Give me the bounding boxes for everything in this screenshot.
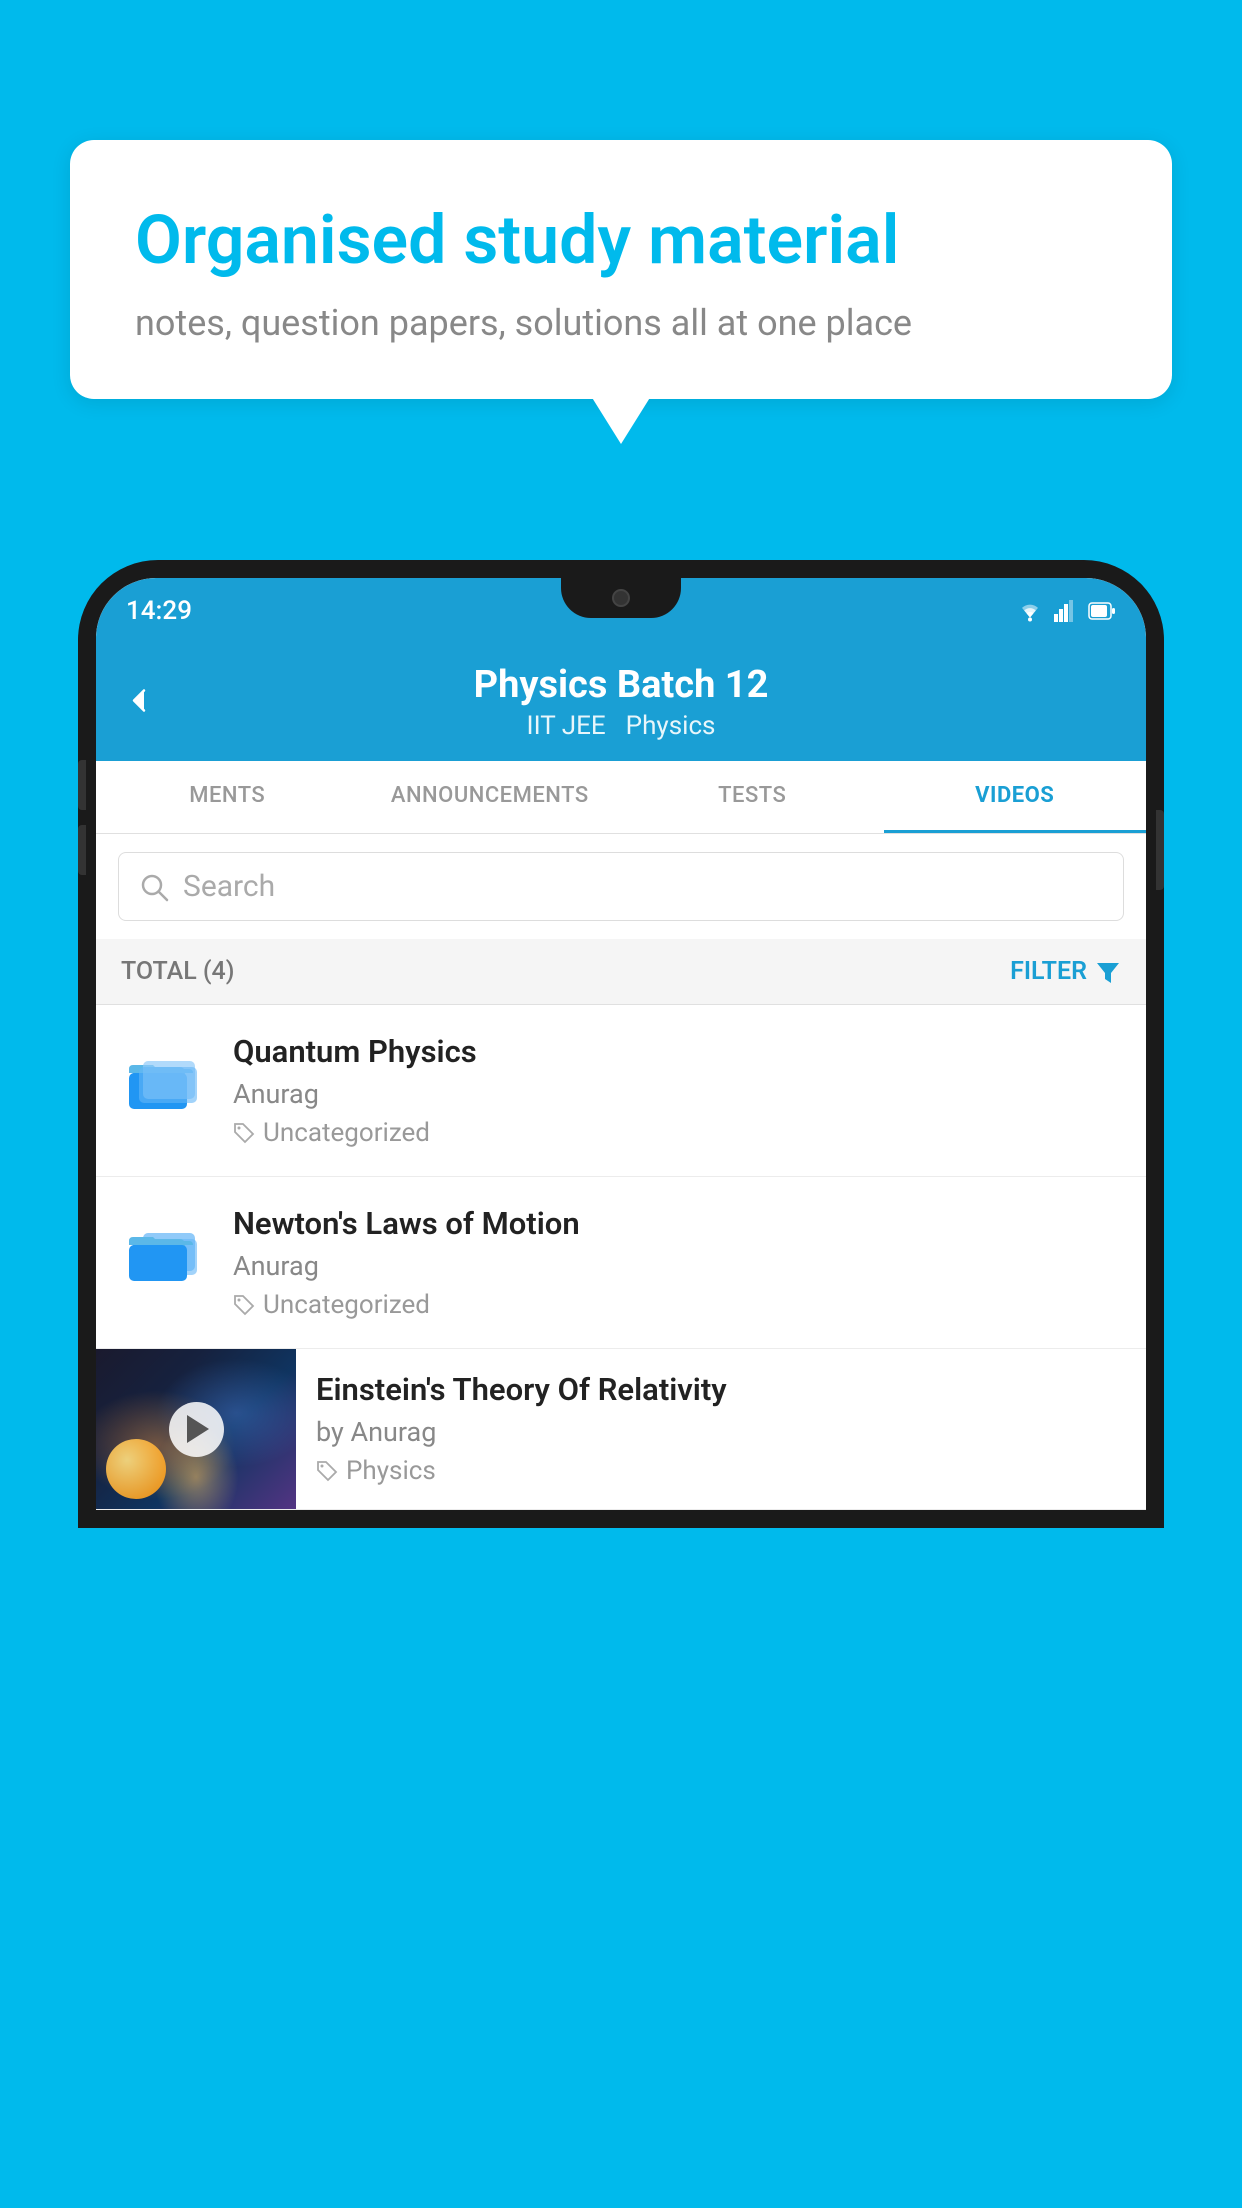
batch-subject: Physics (626, 711, 716, 741)
speech-bubble-container: Organised study material notes, question… (70, 140, 1172, 399)
filter-button[interactable]: FILTER (1010, 957, 1121, 986)
video-tag: Uncategorized (233, 1118, 1121, 1148)
tag-label: Physics (346, 1456, 436, 1486)
video-title: Newton's Laws of Motion (233, 1205, 1121, 1242)
video-list: Quantum Physics Anurag Uncategorized (96, 1005, 1146, 1510)
search-icon (139, 872, 169, 902)
planet-decoration (106, 1439, 166, 1499)
play-button[interactable] (169, 1402, 224, 1457)
list-item[interactable]: Einstein's Theory Of Relativity by Anura… (96, 1349, 1146, 1510)
phone-outer: 14:29 (78, 560, 1164, 1528)
video-author: by Anurag (316, 1416, 1126, 1448)
video-tag: Physics (316, 1456, 1126, 1486)
search-placeholder: Search (183, 869, 275, 904)
tag-label: Uncategorized (263, 1118, 430, 1148)
tab-bar: MENTS ANNOUNCEMENTS TESTS VIDEOS (96, 761, 1146, 834)
volume-down-button[interactable] (78, 825, 86, 875)
folder-icon-container (121, 1033, 211, 1123)
video-info: Einstein's Theory Of Relativity by Anura… (296, 1349, 1146, 1508)
camera (612, 589, 630, 607)
folder-icon (127, 1211, 205, 1289)
app-header: Physics Batch 12 IIT JEE Physics (96, 643, 1146, 761)
status-icons (1016, 600, 1116, 622)
status-time: 14:29 (126, 596, 192, 626)
tag-icon (233, 1122, 255, 1144)
video-info: Newton's Laws of Motion Anurag Uncategor… (233, 1205, 1121, 1320)
filter-bar: TOTAL (4) FILTER (96, 939, 1146, 1005)
side-buttons-left (78, 760, 86, 890)
speech-bubble: Organised study material notes, question… (70, 140, 1172, 399)
batch-title: Physics Batch 12 (474, 663, 769, 707)
back-button[interactable] (124, 679, 154, 726)
filter-label: FILTER (1010, 957, 1087, 986)
video-title: Einstein's Theory Of Relativity (316, 1371, 1126, 1408)
play-triangle-icon (187, 1415, 209, 1443)
list-item[interactable]: Quantum Physics Anurag Uncategorized (96, 1005, 1146, 1177)
filter-funnel-icon (1095, 959, 1121, 985)
video-author: Anurag (233, 1078, 1121, 1110)
power-button[interactable] (1156, 810, 1164, 890)
video-tag: Uncategorized (233, 1290, 1121, 1320)
wifi-icon (1016, 600, 1044, 622)
video-title: Quantum Physics (233, 1033, 1121, 1070)
phone-screen: 14:29 (96, 578, 1146, 1510)
video-info: Quantum Physics Anurag Uncategorized (233, 1033, 1121, 1148)
speech-bubble-subtitle: notes, question papers, solutions all at… (135, 302, 1107, 344)
total-count: TOTAL (4) (121, 957, 235, 986)
phone-mockup: 14:29 (78, 560, 1164, 2208)
tag-label: Uncategorized (263, 1290, 430, 1320)
tab-announcements[interactable]: ANNOUNCEMENTS (359, 761, 622, 833)
search-bar[interactable]: Search (118, 852, 1124, 921)
batch-subtitle: IIT JEE Physics (527, 711, 716, 741)
status-bar: 14:29 (96, 578, 1146, 643)
signal-icon (1054, 600, 1078, 622)
search-container: Search (96, 834, 1146, 939)
volume-up-button[interactable] (78, 760, 86, 810)
tag-icon (316, 1460, 338, 1482)
battery-icon (1088, 600, 1116, 622)
tag-icon (233, 1294, 255, 1316)
speech-bubble-title: Organised study material (135, 200, 1107, 282)
tab-ments[interactable]: MENTS (96, 761, 359, 833)
tab-tests[interactable]: TESTS (621, 761, 884, 833)
video-thumbnail (96, 1349, 296, 1509)
folder-icon (127, 1039, 205, 1117)
tab-videos[interactable]: VIDEOS (884, 761, 1147, 833)
list-item[interactable]: Newton's Laws of Motion Anurag Uncategor… (96, 1177, 1146, 1349)
batch-category: IIT JEE (527, 711, 606, 741)
notch (561, 578, 681, 618)
folder-icon-container (121, 1205, 211, 1295)
side-buttons-right (1156, 810, 1164, 890)
video-author: Anurag (233, 1250, 1121, 1282)
